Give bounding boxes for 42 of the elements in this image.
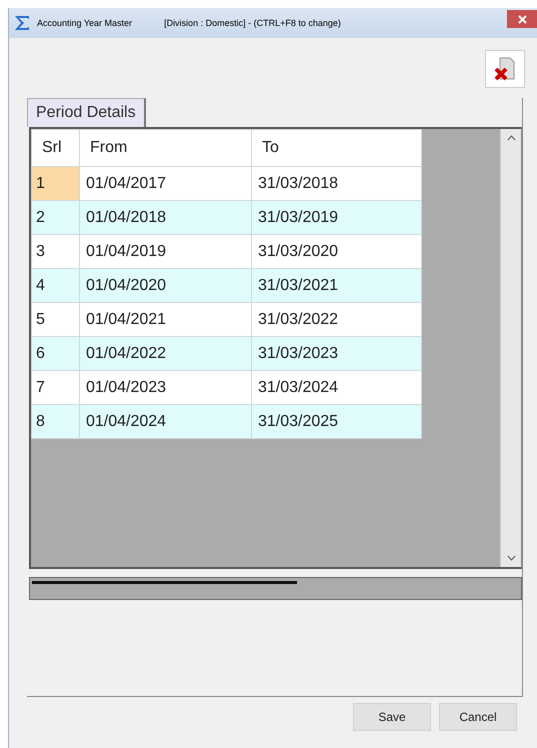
table-cell: 01/04/2017 xyxy=(80,166,252,200)
table-cell: 01/04/2024 xyxy=(80,404,252,438)
table-cell: 01/04/2021 xyxy=(80,302,252,336)
scroll-up-icon xyxy=(506,135,516,141)
table-cell: 31/03/2018 xyxy=(252,166,422,200)
window-title: Accounting Year Master xyxy=(37,18,132,28)
column-header[interactable]: From xyxy=(80,130,252,166)
table-cell: 31/03/2021 xyxy=(252,268,422,302)
table-cell: 7 xyxy=(32,370,80,404)
table-cell: 01/04/2020 xyxy=(80,268,252,302)
table-cell: 31/03/2022 xyxy=(252,302,422,336)
table-cell: 2 xyxy=(32,200,80,234)
column-header[interactable]: To xyxy=(252,130,422,166)
close-icon xyxy=(518,14,526,24)
document-delete-icon xyxy=(494,57,516,81)
table-cell: 6 xyxy=(32,336,80,370)
table-cell: 5 xyxy=(32,302,80,336)
column-header[interactable]: Srl xyxy=(32,130,80,166)
sigma-icon xyxy=(13,15,31,31)
table-cell: 1 xyxy=(32,166,80,200)
scrollbar-thumb[interactable] xyxy=(32,581,297,584)
close-button[interactable] xyxy=(507,10,537,28)
table-cell: 01/04/2018 xyxy=(80,200,252,234)
scroll-down-icon xyxy=(506,555,516,561)
horizontal-scrollbar[interactable] xyxy=(29,577,522,600)
table-cell: 31/03/2024 xyxy=(252,370,422,404)
table-cell: 31/03/2019 xyxy=(252,200,422,234)
dialog-button[interactable]: Cancel xyxy=(439,703,517,731)
table-cell: 8 xyxy=(32,404,80,438)
tab[interactable]: Period Details xyxy=(27,98,146,127)
document-delete-button[interactable] xyxy=(485,50,525,88)
table-cell: 3 xyxy=(32,234,80,268)
vertical-scrollbar[interactable] xyxy=(500,129,521,567)
table-cell: 01/04/2022 xyxy=(80,336,252,370)
dialog-button[interactable]: Save xyxy=(353,703,431,731)
table-cell: 31/03/2020 xyxy=(252,234,422,268)
table-cell: 4 xyxy=(32,268,80,302)
table-cell: 31/03/2023 xyxy=(252,336,422,370)
table-cell: 01/04/2019 xyxy=(80,234,252,268)
table-cell: 01/04/2023 xyxy=(80,370,252,404)
table-cell: 31/03/2025 xyxy=(252,404,422,438)
division-note: [Division : Domestic] - (CTRL+F8 to change) xyxy=(164,18,341,28)
